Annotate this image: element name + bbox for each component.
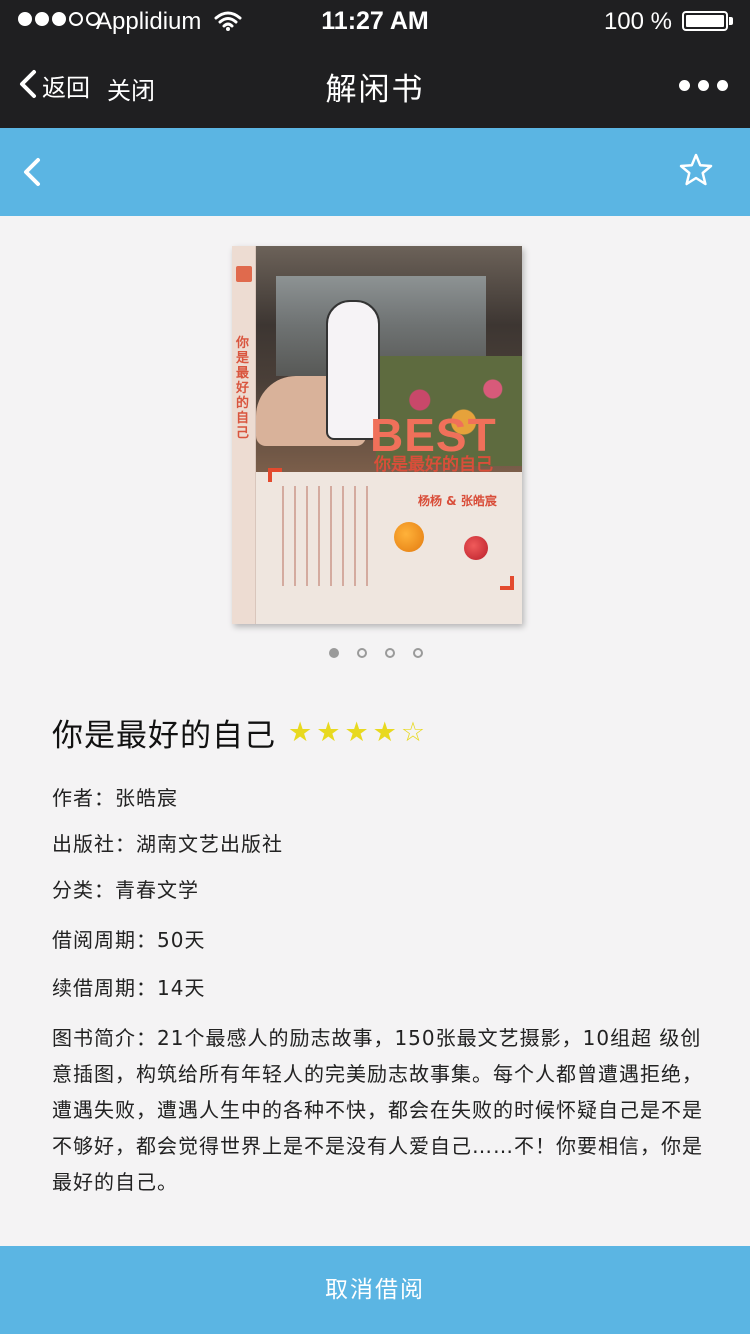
battery-percent: 100 % — [603, 8, 672, 35]
star-filled-icon: ★ — [316, 717, 341, 748]
cover-text-decoration — [272, 486, 372, 586]
back-arrow-icon[interactable] — [18, 154, 46, 194]
book-cover-image: 你是最好的自己 BEST 你是最好的自己 杨杨 & 张皓宸 — [232, 246, 522, 624]
favorite-star-icon[interactable] — [678, 152, 714, 192]
cover-spine: 你是最好的自己 — [232, 246, 256, 624]
spine-title: 你是最好的自己 — [236, 336, 250, 441]
battery-tip — [729, 17, 733, 25]
detail-header — [0, 128, 750, 216]
cover-bracket-right — [500, 576, 514, 590]
category-value: 青春文学 — [115, 878, 199, 902]
loan-period-label: 借阅周期： — [52, 928, 157, 952]
pager-dot[interactable] — [329, 648, 339, 658]
carousel-pager — [0, 648, 750, 658]
pager-dot[interactable] — [357, 648, 367, 658]
star-empty-icon: ☆ — [400, 717, 426, 748]
cover-bracket-left — [268, 468, 282, 482]
pager-dot[interactable] — [385, 648, 395, 658]
category-label: 分类： — [52, 878, 115, 902]
book-title: 你是最好的自己 — [52, 718, 276, 754]
book-summary: 图书简介：21个最感人的励志故事，150张最文艺摄影，10组超 级创意插图，构筑… — [52, 1020, 708, 1200]
battery-icon — [682, 11, 728, 31]
summary-label: 图书简介： — [52, 1026, 157, 1050]
publisher-row: 出版社：湖南文艺出版社 — [52, 828, 283, 857]
cover-authors: 杨杨 & 张皓宸 — [418, 494, 497, 508]
loan-period-row: 借阅周期：50天 — [52, 924, 205, 953]
nav-bar: 返回 关闭 解闲书 — [0, 42, 750, 128]
star-filled-icon: ★ — [344, 717, 369, 748]
cancel-loan-button[interactable]: 取消借阅 — [0, 1246, 750, 1334]
author-label: 作者： — [52, 786, 115, 810]
star-rating: ★ ★ ★ ★ ☆ — [288, 717, 425, 748]
author-value: 张皓宸 — [115, 786, 178, 810]
loan-period-value: 50天 — [157, 928, 206, 952]
author-row: 作者：张皓宸 — [52, 782, 178, 811]
apple-illustration — [464, 536, 488, 560]
cover-subtitle: 你是最好的自己 — [374, 455, 493, 475]
pager-dot[interactable] — [413, 648, 423, 658]
more-options-icon[interactable] — [679, 80, 728, 91]
publisher-label: 出版社： — [52, 832, 136, 856]
category-row: 分类：青春文学 — [52, 874, 199, 903]
book-title-row: 你是最好的自己 ★ ★ ★ ★ ☆ — [52, 710, 425, 755]
star-filled-icon: ★ — [372, 717, 397, 748]
star-filled-icon: ★ — [288, 717, 313, 748]
summary-text: 21个最感人的励志故事，150张最文艺摄影，10组超 级创意插图，构筑给所有年轻… — [52, 1026, 703, 1194]
renew-period-label: 续借周期： — [52, 976, 157, 1000]
status-bar: Applidium 11:27 AM 100 % — [0, 0, 750, 42]
orange-illustration — [394, 522, 424, 552]
publisher-value: 湖南文艺出版社 — [136, 832, 283, 856]
page-title: 解闲书 — [325, 72, 425, 108]
renew-period-row: 续借周期：14天 — [52, 972, 205, 1001]
renew-period-value: 14天 — [157, 976, 206, 1000]
book-cover-carousel[interactable]: 你是最好的自己 BEST 你是最好的自己 杨杨 & 张皓宸 — [232, 246, 522, 624]
publisher-logo-icon — [236, 266, 252, 282]
